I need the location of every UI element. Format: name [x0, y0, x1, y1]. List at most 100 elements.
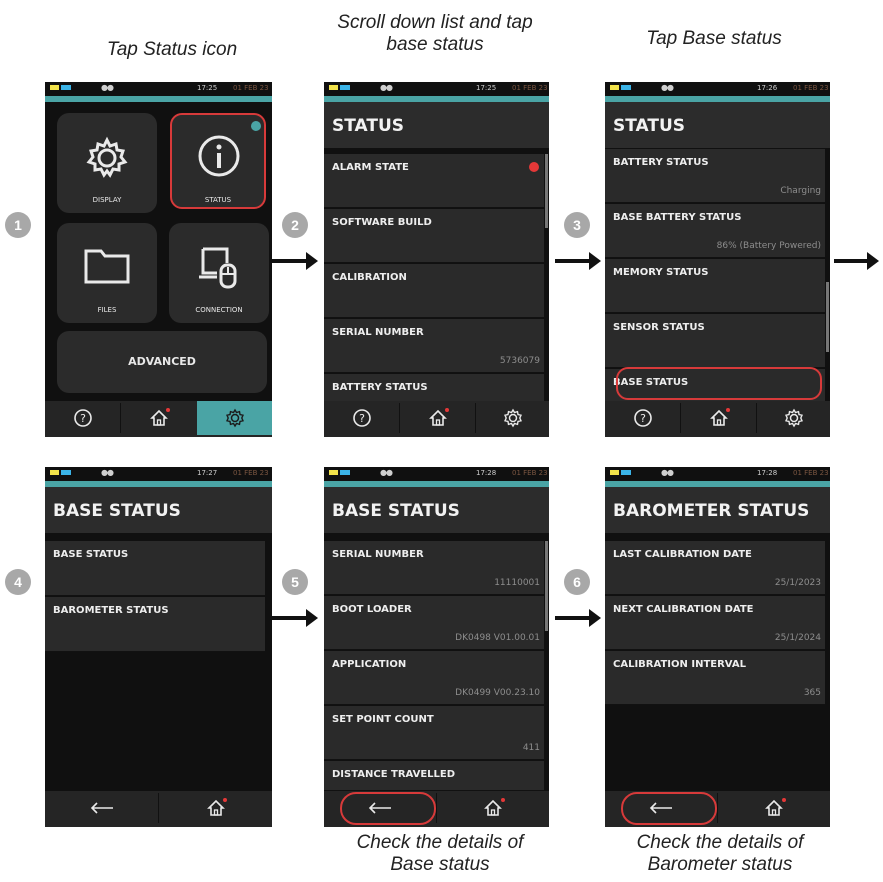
arrow-right-icon	[555, 609, 601, 627]
list-item-value: 365	[803, 688, 821, 698]
bottom-nav: ?	[45, 401, 272, 437]
list-item-label: SOFTWARE BUILD	[332, 217, 432, 228]
scrollbar[interactable]	[545, 154, 548, 228]
device-screen-base-status-menu: ●● 17:27 01 FEB 23 BASE STATUS BASE STAT…	[45, 467, 272, 827]
notification-dot	[251, 121, 261, 131]
help-icon: ?	[633, 409, 652, 427]
bottom-nav	[45, 791, 272, 827]
link-icon: ●●	[380, 468, 393, 477]
arrow-right-icon	[272, 609, 318, 627]
list-item-label: CALIBRATION	[332, 272, 407, 283]
accent-bar	[45, 96, 272, 102]
list-item-label: DISTANCE TRAVELLED	[332, 769, 456, 780]
home-button[interactable]	[121, 401, 196, 435]
list-item-alarm-state[interactable]: ALARM STATE	[324, 154, 544, 208]
list-item-set-point-count: SET POINT COUNT 411	[324, 706, 544, 760]
home-button[interactable]	[400, 401, 475, 435]
clock-date: 01 FEB 23	[233, 469, 269, 477]
tile-files-label: FILES	[97, 306, 117, 314]
caption-step-6: Check the details of Barometer status	[590, 832, 850, 876]
list-item-label: BASE STATUS	[53, 549, 129, 560]
caption-step-5-line-1: Check the details of	[356, 832, 524, 853]
list-item-barometer-status[interactable]: BAROMETER STATUS	[45, 597, 265, 652]
clock-date: 01 FEB 23	[512, 469, 548, 477]
home-button[interactable]	[681, 401, 756, 435]
scrollbar[interactable]	[826, 282, 829, 352]
battery-icon	[50, 85, 59, 90]
back-button[interactable]	[45, 791, 158, 825]
home-notification-dot	[166, 408, 170, 412]
clock-date: 01 FEB 23	[793, 84, 829, 92]
status-bar: ●● 17:25 01 FEB 23	[324, 82, 549, 96]
list-item-label: CALIBRATION INTERVAL	[613, 659, 746, 670]
arrow-right-icon	[834, 252, 879, 270]
folder-icon	[84, 249, 130, 284]
list-item-memory-status[interactable]: MEMORY STATUS	[605, 259, 825, 313]
list-item-label: APPLICATION	[332, 659, 407, 670]
tile-advanced-label: ADVANCED	[128, 355, 196, 368]
step-badge-5: 5	[282, 569, 308, 595]
help-icon: ?	[73, 409, 92, 427]
list-item-value: 5736079	[499, 356, 540, 366]
list-item-sensor-status[interactable]: SENSOR STATUS	[605, 314, 825, 368]
step-badge-6: 6	[564, 569, 590, 595]
tile-files[interactable]: FILES	[57, 223, 157, 323]
page-title: BASE STATUS	[45, 487, 272, 533]
tile-status[interactable]: STATUS	[170, 113, 266, 209]
caption-step-6-line-2: Barometer status	[647, 854, 793, 875]
caption-step-5-line-2: Base status	[390, 854, 490, 875]
list-item-value: DK0499 V00.23.10	[455, 688, 540, 698]
caption-step-2-line-2: base status	[386, 34, 484, 55]
tile-connection[interactable]: CONNECTION	[169, 223, 269, 323]
list-item-label: SERIAL NUMBER	[332, 549, 424, 560]
clock-time: 17:25	[197, 84, 218, 92]
bottom-nav: ?	[605, 401, 830, 437]
list-item-next-calibration-date: NEXT CALIBRATION DATE 25/1/2024	[605, 596, 825, 650]
settings-icon	[225, 408, 244, 428]
list-item-serial-number[interactable]: SERIAL NUMBER 5736079	[324, 319, 544, 373]
home-button[interactable]	[718, 791, 830, 825]
list-item-base-battery-status[interactable]: BASE BATTERY STATUS 86% (Battery Powered…	[605, 204, 825, 258]
list-item-last-calibration-date: LAST CALIBRATION DATE 25/1/2023	[605, 541, 825, 595]
settings-button[interactable]	[757, 401, 830, 435]
status-bar: ●● 17:25 01 FEB 23	[45, 82, 272, 96]
battery-icon	[610, 470, 619, 475]
home-notification-dot	[501, 798, 505, 802]
page-title: STATUS	[605, 102, 830, 148]
info-icon	[198, 135, 240, 177]
link-icon: ●●	[101, 468, 114, 477]
help-button[interactable]: ?	[324, 401, 399, 435]
status-bar: ●● 17:28 01 FEB 23	[605, 467, 830, 481]
list-item-calibration[interactable]: CALIBRATION	[324, 264, 544, 318]
help-button[interactable]: ?	[605, 401, 680, 435]
clock-time: 17:26	[757, 84, 778, 92]
device-screen-status-scrolled: ●● 17:26 01 FEB 23 STATUS BATTERY STATUS…	[605, 82, 830, 437]
list-item-battery-status[interactable]: BATTERY STATUS Charging	[605, 149, 825, 203]
tile-connection-label: CONNECTION	[195, 306, 243, 314]
list-item-software-build[interactable]: SOFTWARE BUILD	[324, 209, 544, 263]
home-button[interactable]	[159, 791, 272, 825]
list-item-value: 11110001	[494, 578, 540, 588]
link-icon: ●●	[380, 83, 393, 92]
caption-step-5: Check the details of Base status	[310, 832, 570, 876]
help-button[interactable]: ?	[45, 401, 120, 435]
settings-button[interactable]	[197, 401, 272, 435]
battery-icon	[329, 470, 338, 475]
settings-button[interactable]	[476, 401, 549, 435]
tile-display[interactable]: DISPLAY	[57, 113, 157, 213]
list-item-battery-status[interactable]: BATTERY STATUS	[324, 374, 544, 402]
tile-advanced[interactable]: ADVANCED	[57, 331, 267, 393]
caption-step-3: Tap Base status	[646, 28, 782, 49]
tile-status-label: STATUS	[204, 196, 232, 204]
scrollbar[interactable]	[545, 541, 548, 631]
list-item-label: NEXT CALIBRATION DATE	[613, 604, 754, 615]
list-item-base-status[interactable]: BASE STATUS	[45, 541, 265, 596]
help-icon: ?	[352, 409, 371, 427]
settings-icon	[784, 408, 803, 428]
home-button[interactable]	[437, 791, 549, 825]
svg-text:?: ?	[640, 412, 646, 425]
device-screen-base-status-details: ●● 17:28 01 FEB 23 BASE STATUS SERIAL NU…	[324, 467, 549, 827]
connection-icon	[199, 247, 237, 289]
device-screen-status: ●● 17:25 01 FEB 23 STATUS ALARM STATE SO…	[324, 82, 549, 437]
battery-icon	[329, 85, 338, 90]
